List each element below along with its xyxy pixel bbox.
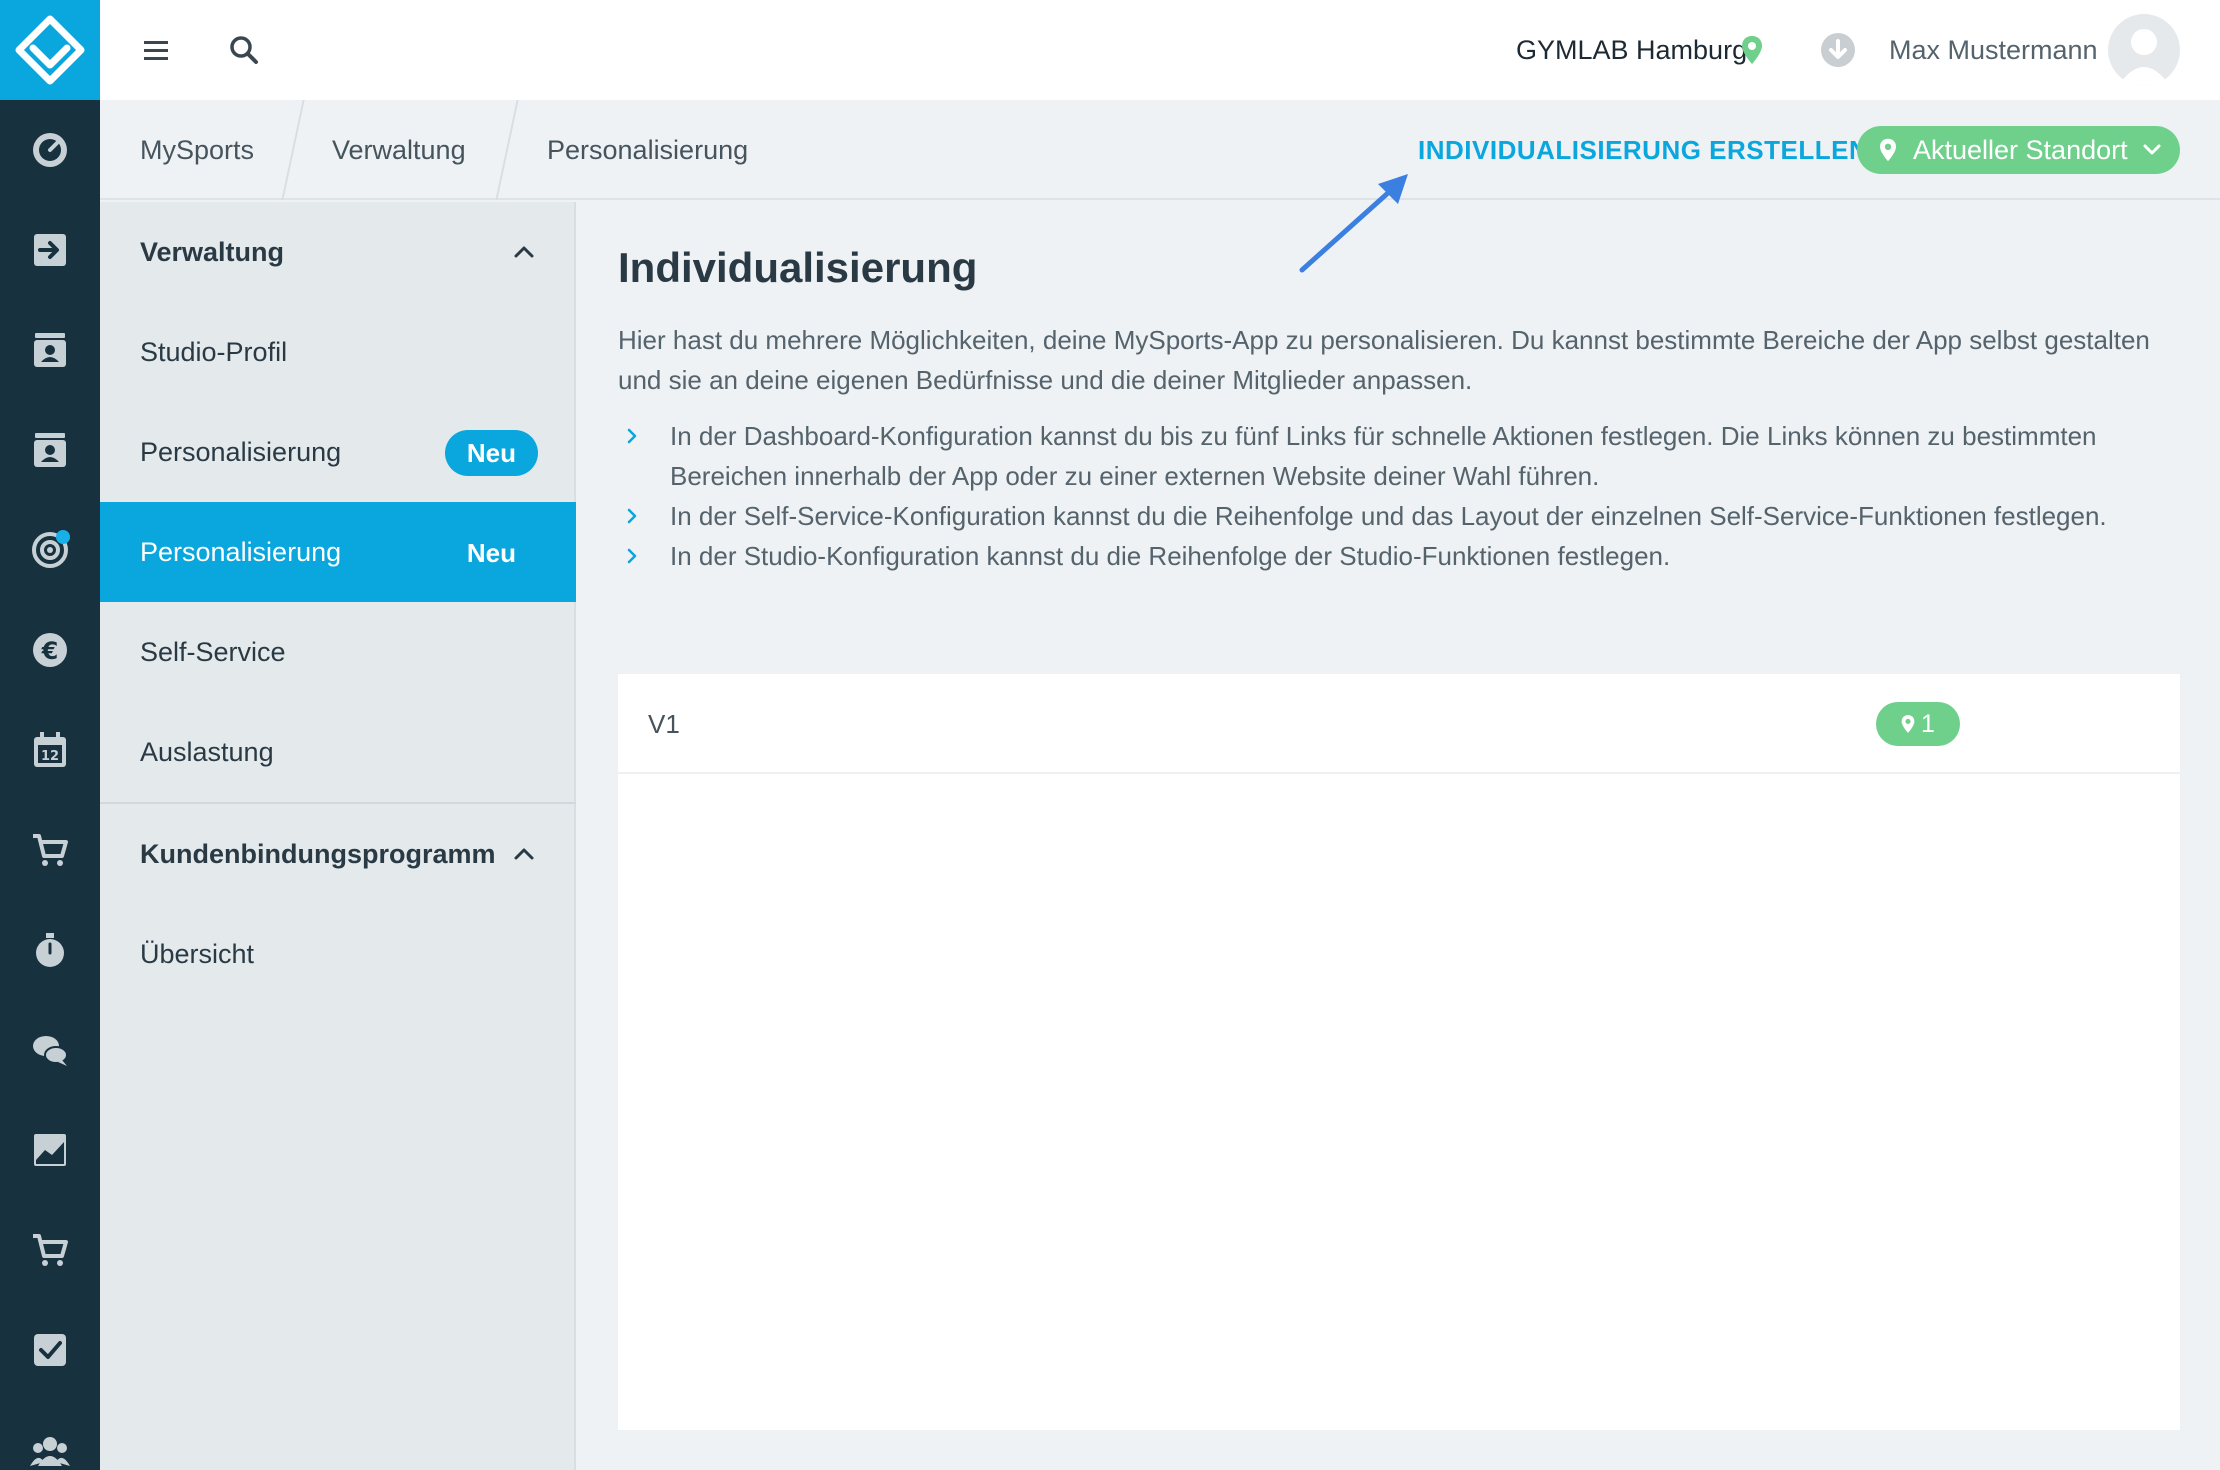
svg-text:12: 12 (41, 749, 59, 764)
chevron-right-icon (627, 508, 637, 524)
location-pin-icon (1732, 30, 1772, 70)
individualization-name: V1 (648, 709, 680, 739)
chat-icon[interactable] (0, 1000, 100, 1100)
current-location-dropdown[interactable]: Aktueller Standort (1857, 126, 2180, 174)
menu-icon[interactable] (136, 30, 176, 70)
feature-list: In der Dashboard-Konfiguration kannst du… (618, 416, 2178, 576)
annotation-arrow-icon (1299, 174, 1408, 273)
sidebar-item-label: Auslastung (140, 736, 274, 767)
sidebar-item-label: Personalisierung (140, 536, 342, 567)
mysports-logo-icon (15, 15, 85, 85)
create-individualization-button[interactable]: INDIVIDUALISIERUNG ERSTELLEN (1418, 132, 1868, 168)
location-count: 1 (1921, 709, 1935, 738)
finance-icon[interactable]: € (0, 600, 100, 700)
chevron-down-icon (2143, 144, 2161, 155)
settings-sidebar: Verwaltung Studio-Profil Personalisierun… (100, 202, 576, 1470)
individualization-list: V1 1 (618, 674, 2180, 1430)
sidebar-item-personalisierung-active[interactable]: Personalisierung Neu (100, 502, 576, 602)
sidebar-item-label: Übersicht (140, 938, 255, 969)
sidebar-item-personalisierung[interactable]: Personalisierung Neu (100, 402, 576, 502)
goals-icon[interactable] (0, 500, 100, 600)
page-intro: Hier hast du mehrere Möglichkeiten, dein… (618, 325, 2150, 395)
list-item: In der Self-Service-Konfiguration kannst… (618, 496, 2178, 536)
breadcrumb-separator (281, 100, 305, 200)
members-icon[interactable] (0, 300, 100, 400)
list-item: In der Studio-Konfiguration kannst du di… (618, 536, 2178, 576)
sidebar-item-studio-profil[interactable]: Studio-Profil (100, 302, 576, 402)
breadcrumb-mysports[interactable]: MySports (140, 132, 254, 168)
dashboard-icon[interactable] (0, 100, 100, 200)
app-logo[interactable] (0, 0, 100, 100)
chevron-up-icon (514, 848, 534, 860)
sidebar-item-auslastung[interactable]: Auslastung (100, 702, 576, 802)
current-location-label: Aktueller Standort (1913, 134, 2128, 165)
chevron-right-icon (627, 548, 637, 564)
list-item-text: In der Dashboard-Konfiguration kannst du… (670, 421, 2097, 491)
sidebar-item-label: Studio-Profil (140, 336, 288, 367)
table-row[interactable]: V1 1 (618, 674, 2180, 774)
notification-dot (56, 530, 70, 544)
search-icon[interactable] (224, 30, 264, 70)
timer-icon[interactable] (0, 900, 100, 1000)
tasks-icon[interactable] (0, 1300, 100, 1400)
avatar[interactable] (2108, 14, 2180, 86)
page-title: Individualisierung (618, 244, 978, 291)
chevron-right-icon (627, 428, 637, 444)
sidebar-section-verwaltung[interactable]: Verwaltung (100, 202, 576, 302)
new-badge: Neu (466, 538, 516, 568)
breadcrumb-personalisierung: Personalisierung (547, 135, 749, 165)
sidebar-section-kundenbindungsprogramm[interactable]: Kundenbindungsprogramm (100, 804, 576, 904)
svg-text:€: € (41, 637, 59, 665)
download-icon[interactable] (1818, 30, 1858, 70)
contracts-icon[interactable] (0, 400, 100, 500)
location-pin-icon (1901, 715, 1915, 733)
new-badge: Neu (444, 430, 538, 476)
location-pin-icon (1880, 138, 1896, 162)
analytics-icon[interactable] (0, 1100, 100, 1200)
check-in-icon[interactable] (0, 200, 100, 300)
list-item: In der Dashboard-Konfiguration kannst du… (618, 416, 2178, 496)
list-item-text: In der Studio-Konfiguration kannst du di… (670, 541, 1671, 571)
calendar-icon[interactable]: 12 (0, 700, 100, 800)
top-bar: GYMLAB Hamburg Max Mustermann (100, 0, 2220, 100)
user-avatar-icon (2118, 29, 2170, 86)
sidebar-item-self-service[interactable]: Self-Service (100, 602, 576, 702)
user-name[interactable]: Max Mustermann (1889, 32, 2098, 68)
shop-icon[interactable] (0, 800, 100, 900)
list-item-text: In der Self-Service-Konfiguration kannst… (670, 501, 2107, 531)
sidebar-section-title: Kundenbindungsprogramm (140, 838, 496, 869)
chevron-up-icon (514, 246, 534, 258)
sidebar-item-uebersicht[interactable]: Übersicht (100, 904, 576, 1004)
sidebar-item-label: Personalisierung (140, 436, 342, 467)
sidebar-section-title: Verwaltung (140, 236, 285, 267)
groups-icon[interactable] (0, 1400, 100, 1470)
cart-icon[interactable] (0, 1200, 100, 1300)
location-count-badge[interactable]: 1 (1876, 702, 1960, 746)
current-location-name[interactable]: GYMLAB Hamburg (1516, 32, 1747, 68)
main-navigation-rail: € 12 (0, 0, 100, 1470)
breadcrumb-separator (495, 100, 519, 200)
breadcrumb-verwaltung[interactable]: Verwaltung (332, 132, 466, 168)
sidebar-item-label: Self-Service (140, 636, 286, 667)
